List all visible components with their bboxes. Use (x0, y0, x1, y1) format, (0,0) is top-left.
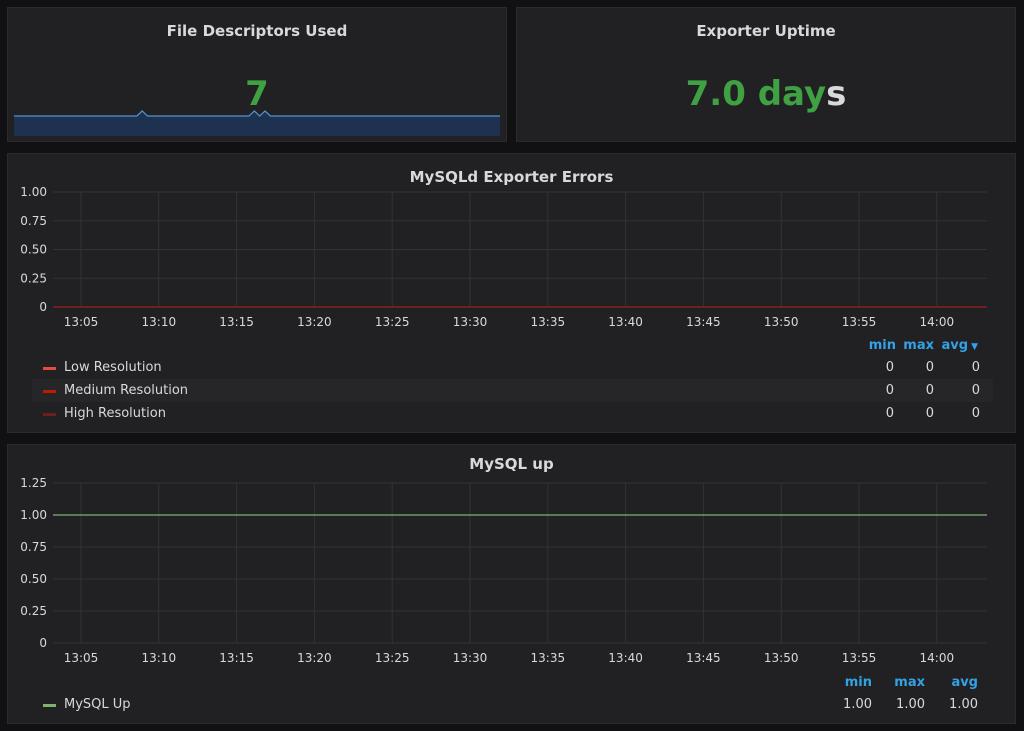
legend-series-name: Medium Resolution (64, 383, 189, 398)
y-tick-label: 1.25 (20, 476, 47, 490)
mysql-up-panel: MySQL up 1.25 1.00 0.75 0.50 0.25 0 13:05 13:10… (7, 444, 1016, 724)
x-tick-label: 13:15 (219, 315, 254, 329)
x-tick-label: 13:30 (453, 315, 488, 329)
legend-header-avg[interactable]: avg ▼ (928, 338, 978, 353)
stat-value: 7.0 days (517, 74, 1015, 114)
mysqld-exporter-errors-panel: MySQLd Exporter Errors 1.00 0.75 0.50 0.25 0… (7, 153, 1016, 433)
x-tick-label: 13:20 (297, 315, 332, 329)
legend-series-name: Low Resolution (64, 360, 162, 375)
x-tick-label: 13:15 (219, 651, 254, 665)
y-tick-label: 0.50 (20, 572, 47, 586)
errors-graph: 1.00 0.75 0.50 0.25 0 13:05 13:10 13:15 13:20 13:… (20, 185, 987, 329)
legend-max: 0 (925, 360, 934, 375)
y-tick-label: 1.00 (20, 185, 47, 199)
x-tick-label: 14:00 (920, 651, 955, 665)
x-tick-label: 13:25 (375, 651, 410, 665)
legend-max: 1.00 (896, 697, 925, 712)
legend-header-avg[interactable]: avg (928, 675, 978, 690)
legend-min: 1.00 (843, 697, 872, 712)
legend-avg: 0 (971, 383, 980, 398)
sparkline-area (14, 111, 500, 136)
series-color-swatch[interactable] (43, 413, 56, 416)
legend-header-max[interactable]: max (875, 675, 925, 690)
legend-avg: 0 (971, 360, 980, 375)
legend-item[interactable]: Medium Resolution 0 0 0 (32, 379, 993, 402)
y-tick-label: 0 (39, 636, 47, 650)
x-tick-label: 13:50 (764, 315, 799, 329)
legend-max: 0 (925, 406, 934, 421)
x-tick-label: 13:05 (64, 315, 99, 329)
x-tick-label: 13:55 (842, 651, 877, 665)
x-tick-label: 13:05 (64, 651, 99, 665)
x-tick-label: 13:40 (608, 651, 643, 665)
mysql-up-graph: 1.25 1.00 0.75 0.50 0.25 0 13:05 13:10 13:15 13:2… (20, 476, 987, 665)
legend-avg: 0 (971, 406, 980, 421)
x-tick-label: 13:10 (142, 315, 177, 329)
x-tick-label: 13:55 (842, 315, 877, 329)
x-tick-label: 13:35 (531, 315, 566, 329)
series-color-swatch[interactable] (43, 390, 56, 393)
stat-value-unit: s (826, 74, 847, 114)
legend-item[interactable]: MySQL Up 1.00 1.00 1.00 (32, 693, 993, 716)
legend-item[interactable]: Low Resolution 0 0 0 (32, 356, 993, 379)
y-tick-label: 0.50 (20, 243, 47, 257)
sort-desc-icon: ▼ (971, 342, 978, 352)
x-tick-label: 14:00 (920, 315, 955, 329)
y-tick-label: 1.00 (20, 508, 47, 522)
x-tick-label: 13:30 (453, 651, 488, 665)
exporter-uptime-panel: Exporter Uptime 7.0 days (516, 7, 1016, 142)
file-descriptors-panel: File Descriptors Used 7 (7, 7, 507, 142)
y-tick-label: 0.25 (20, 271, 47, 285)
legend-header-max[interactable]: max (884, 338, 934, 353)
y-tick-label: 0 (39, 300, 47, 314)
legend-header-avg-label: avg (941, 338, 969, 353)
panel-title[interactable]: Exporter Uptime (517, 22, 1015, 40)
legend-item[interactable]: High Resolution 0 0 0 (32, 402, 993, 425)
x-tick-label: 13:20 (297, 651, 332, 665)
x-tick-label: 13:35 (531, 651, 566, 665)
y-tick-label: 0.25 (20, 604, 47, 618)
legend-header-min[interactable]: min (822, 675, 872, 690)
legend-series-name: MySQL Up (64, 697, 131, 712)
x-tick-label: 13:50 (764, 651, 799, 665)
series-color-swatch[interactable] (43, 367, 56, 370)
stat-value-number: 7.0 day (685, 74, 827, 114)
x-tick-label: 13:25 (375, 315, 410, 329)
legend-avg: 1.00 (949, 697, 978, 712)
y-tick-label: 0.75 (20, 214, 47, 228)
y-tick-label: 0.75 (20, 540, 47, 554)
stat-value: 7 (245, 74, 269, 114)
legend-max: 0 (925, 383, 934, 398)
legend-series-name: High Resolution (64, 406, 166, 421)
series-color-swatch[interactable] (43, 704, 56, 707)
x-tick-label: 13:45 (686, 651, 721, 665)
x-tick-label: 13:10 (142, 651, 177, 665)
x-tick-label: 13:45 (686, 315, 721, 329)
x-tick-label: 13:40 (608, 315, 643, 329)
